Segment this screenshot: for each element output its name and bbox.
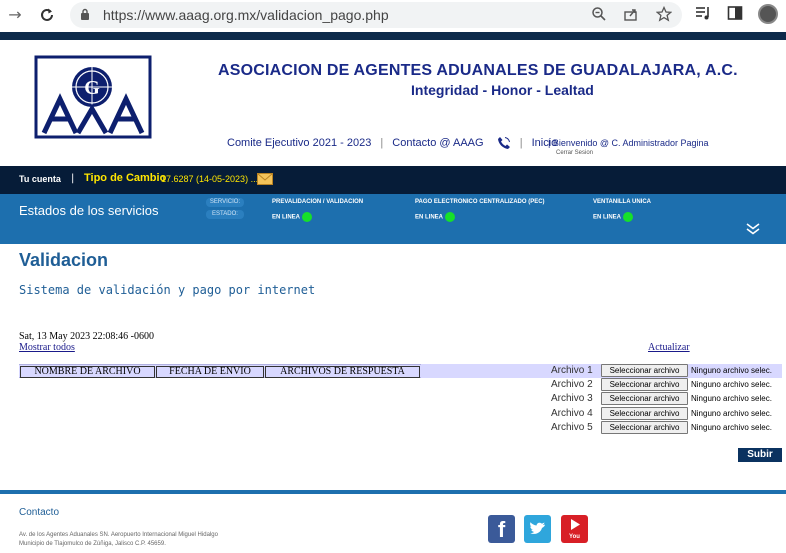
service-status-validacion: EN LINEA <box>272 212 313 222</box>
service-status-ventanilla: EN LINEA <box>593 212 634 222</box>
phone-icon[interactable] <box>497 136 511 150</box>
col-header-filename: NOMBRE DE ARCHIVO <box>20 366 155 378</box>
footer-address: Av. de los Agentes Aduanales SN. Aeropue… <box>19 532 218 547</box>
online-dot-icon <box>302 212 313 222</box>
org-title: ASOCIACION DE AGENTES ADUANALES DE GUADA… <box>218 62 738 79</box>
server-datetime: Sat, 13 May 2023 22:08:46 -0600 <box>19 331 154 342</box>
service-name-pec: PAGO ELECTRONICO CENTRALIZADO (PEC) <box>415 199 545 205</box>
service-name-ventanilla: VENTANILLA UNICA <box>593 199 651 205</box>
file-status: Ninguno archivo selec. <box>691 380 772 389</box>
facebook-icon[interactable]: f <box>488 515 515 543</box>
reload-icon[interactable] <box>36 4 58 26</box>
org-motto: Integridad - Honor - Lealtad <box>411 82 594 98</box>
file-status: Ninguno archivo selec. <box>691 394 772 403</box>
services-title: Estados de los servicios <box>19 203 159 218</box>
file-label: Archivo 5 <box>551 422 593 433</box>
footer-title: Contacto <box>19 507 60 518</box>
file-label: Archivo 4 <box>551 408 593 419</box>
service-status-pec: EN LINEA <box>415 212 456 222</box>
select-file-button[interactable]: Seleccionar archivo <box>601 378 688 391</box>
bookmark-star-icon[interactable] <box>655 5 673 26</box>
aaag-logo[interactable]: G <box>34 55 152 139</box>
select-file-button[interactable]: Seleccionar archivo <box>601 407 688 420</box>
double-chevron-down-icon[interactable] <box>746 223 760 235</box>
forward-icon[interactable]: → <box>4 4 26 26</box>
footer-divider <box>0 490 786 494</box>
file-status: Ninguno archivo selec. <box>691 366 772 375</box>
address-bar[interactable]: https://www.aaag.org.mx/validacion_pago.… <box>70 2 682 28</box>
header-links: Comite Ejecutivo 2021 - 2023 | Contacto … <box>227 136 558 150</box>
show-all-link[interactable]: Mostrar todos <box>19 342 75 353</box>
twitter-icon[interactable] <box>524 515 551 543</box>
share-icon[interactable] <box>623 6 639 26</box>
select-file-button[interactable]: Seleccionar archivo <box>601 392 688 405</box>
refresh-link[interactable]: Actualizar <box>648 342 690 353</box>
account-bar: Tu cuenta | Tipo de Cambio 17.6287 (14-0… <box>0 166 786 194</box>
exchange-rate-label: Tipo de Cambio <box>84 172 167 184</box>
file-status: Ninguno archivo selec. <box>691 423 772 432</box>
file-label: Archivo 2 <box>551 379 593 390</box>
comite-link[interactable]: Comite Ejecutivo 2021 - 2023 <box>227 137 371 149</box>
exchange-rate-value: 17.6287 (14-05-2023) ... <box>161 174 259 184</box>
url-text: https://www.aaag.org.mx/validacion_pago.… <box>103 7 389 23</box>
services-status-bar: Estados de los servicios SERVICIO: ESTAD… <box>0 194 786 244</box>
online-dot-icon <box>445 212 456 222</box>
top-stripe <box>0 32 786 40</box>
account-separator: | <box>71 173 75 184</box>
page-subtitle: Sistema de validación y pago por interne… <box>19 283 316 297</box>
account-link[interactable]: Tu cuenta <box>19 174 61 184</box>
file-status: Ninguno archivo selec. <box>691 409 772 418</box>
site-header: G ASOCIACION DE AGENTES ADUANALES DE GUA… <box>0 40 786 166</box>
submit-button[interactable]: Subir <box>738 448 782 462</box>
status-tag: ESTADO: <box>206 210 244 219</box>
lock-icon <box>81 8 89 20</box>
welcome-text: | Bienvenido @ C. Administrador Pagina <box>548 138 709 148</box>
logout-link[interactable]: Cerrar Sesion <box>556 150 593 156</box>
select-file-button[interactable]: Seleccionar archivo <box>601 364 688 377</box>
files-table-header: NOMBRE DE ARCHIVO FECHA DE ENVIO ARCHIVO… <box>19 364 421 378</box>
col-header-date: FECHA DE ENVIO <box>156 366 264 378</box>
media-control-icon[interactable] <box>695 5 711 25</box>
svg-text:G: G <box>84 77 100 99</box>
file-label: Archivo 1 <box>551 365 593 376</box>
zoom-icon[interactable] <box>591 6 607 26</box>
select-file-button[interactable]: Seleccionar archivo <box>601 421 688 434</box>
file-label: Archivo 3 <box>551 393 593 404</box>
col-header-responses: ARCHIVOS DE RESPUESTA <box>265 366 420 378</box>
profile-avatar[interactable] <box>758 4 778 24</box>
envelope-icon[interactable] <box>257 172 273 185</box>
contacto-link[interactable]: Contacto @ AAAG <box>392 137 483 149</box>
browser-toolbar: → https://www.aaag.org.mx/validacion_pag… <box>0 0 786 30</box>
service-name-validacion: PREVALIDACION / VALIDACION <box>272 199 364 205</box>
page-title: Validacion <box>19 250 109 270</box>
online-dot-icon <box>623 212 634 222</box>
service-tag: SERVICIO: <box>206 198 244 207</box>
side-panel-icon[interactable] <box>727 5 743 25</box>
youtube-icon[interactable]: You <box>561 515 588 543</box>
